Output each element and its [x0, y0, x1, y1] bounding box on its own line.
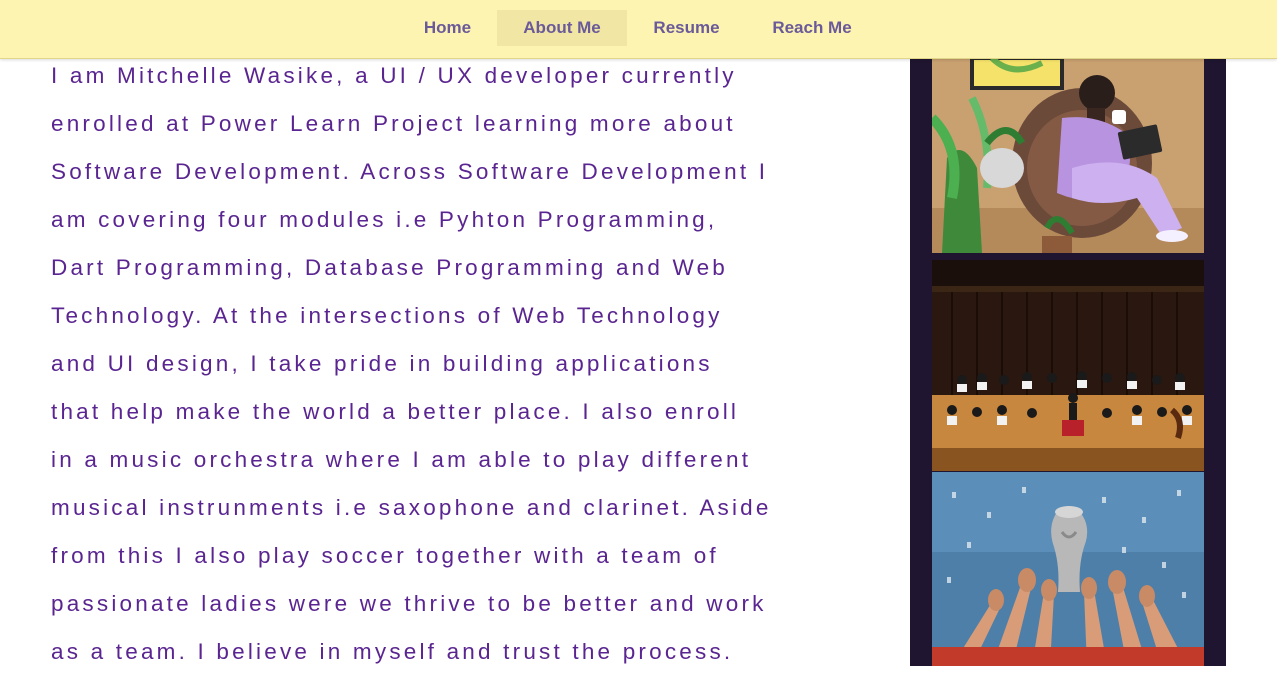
illustration-photo [932, 58, 1204, 253]
about-line: musical instrunments i.e saxophone and c… [51, 495, 772, 520]
about-line: am covering four modules i.e Pyhton Prog… [51, 207, 718, 232]
about-line: from this I also play soccer together wi… [51, 543, 719, 568]
nav-reach-me-link[interactable]: Reach Me [748, 10, 876, 46]
about-line: passionate ladies were we thrive to be b… [51, 591, 767, 616]
about-line: I am Mitchelle Wasike, a UI / UX develop… [51, 63, 737, 88]
about-line: Technology. At the intersections of Web … [51, 303, 723, 328]
about-line: and UI design, I take pride in building … [51, 351, 713, 376]
soccer-trophy-photo [932, 472, 1204, 666]
about-line: Software Development. Across Software De… [51, 159, 769, 184]
about-line: enrolled at Power Learn Project learning… [51, 111, 736, 136]
about-line: Dart Programming, Database Programming a… [51, 255, 729, 280]
about-line: that help make the world a better place.… [51, 399, 740, 424]
about-line: as a team. I believe in myself and trust… [51, 639, 734, 664]
nav-about-me-link[interactable]: About Me [497, 10, 627, 46]
top-navbar: Home About Me Resume Reach Me [0, 0, 1277, 59]
nav-resume-link[interactable]: Resume [628, 10, 745, 46]
orchestra-photo [932, 260, 1204, 471]
about-me-paragraph: I am Mitchelle Wasike, a UI / UX develop… [51, 52, 861, 676]
photo-gallery [910, 0, 1226, 666]
nav-home-link[interactable]: Home [400, 10, 495, 46]
about-line: in a music orchestra where I am able to … [51, 447, 752, 472]
